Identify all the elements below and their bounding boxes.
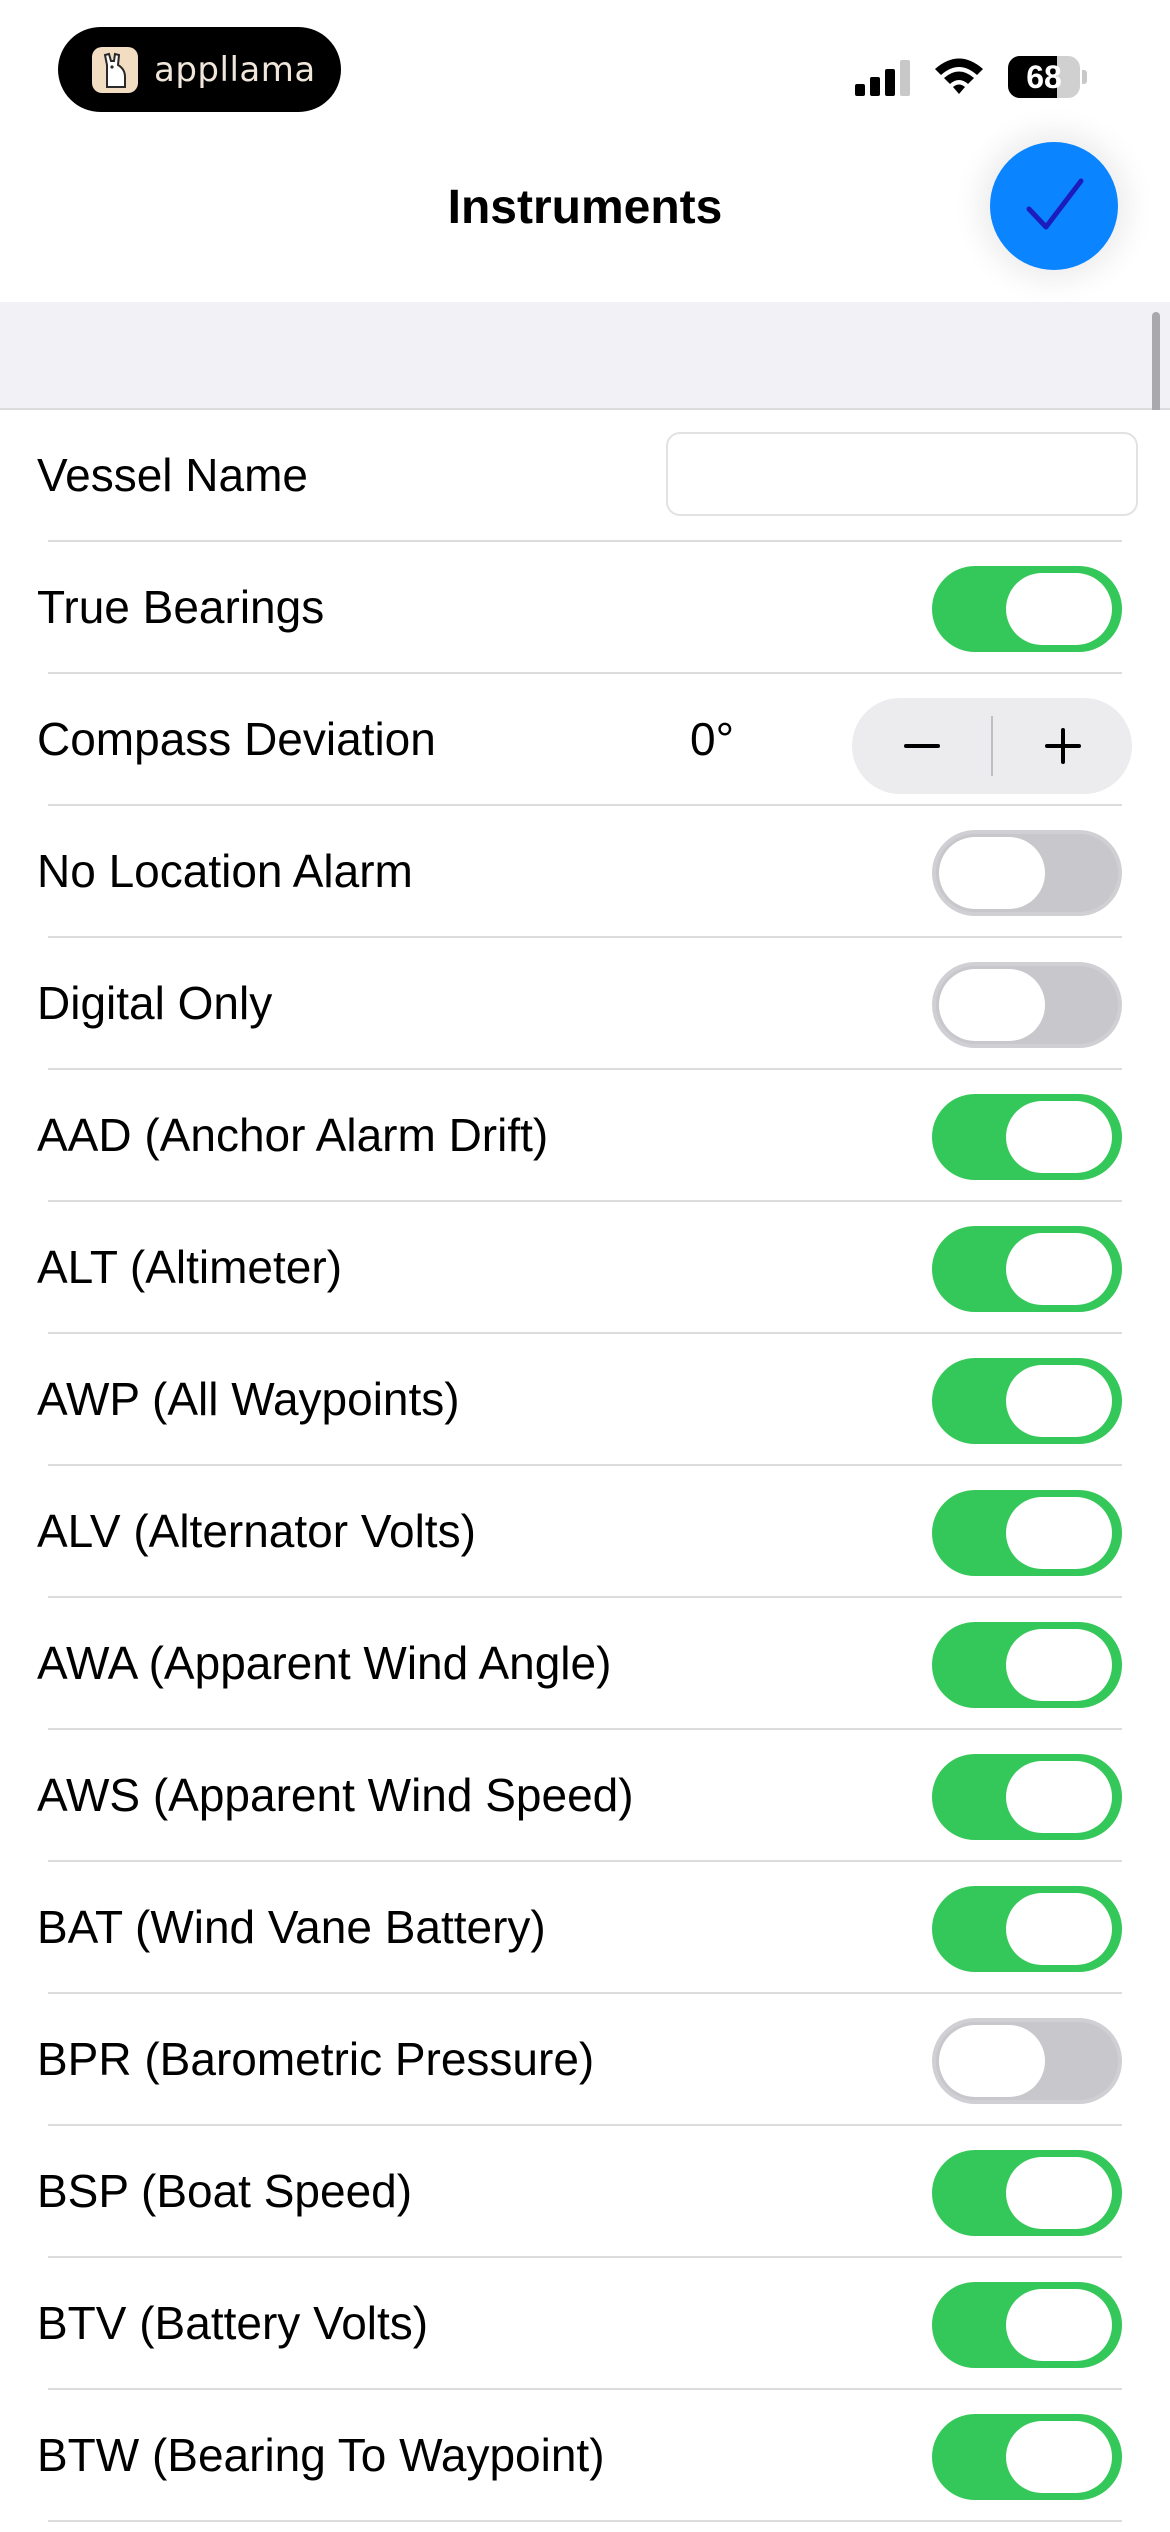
toggle-label: BTW (Bearing To Waypoint) — [37, 2429, 605, 2481]
toggle-label: True Bearings — [37, 581, 325, 633]
toggle-knob — [1006, 1893, 1112, 1965]
toggle-knob — [1006, 573, 1112, 645]
toggle-switch[interactable] — [932, 566, 1122, 652]
toggle-switch[interactable] — [932, 1226, 1122, 1312]
minus-icon — [903, 744, 940, 748]
toggle-switch[interactable] — [932, 1886, 1122, 1972]
toggle-label: AWP (All Waypoints) — [37, 1373, 460, 1425]
app-indicator-pill[interactable]: appllama — [58, 27, 341, 112]
checkmark-icon — [1026, 178, 1084, 230]
toggle-knob — [1006, 2157, 1112, 2229]
increment-button[interactable] — [993, 698, 1132, 794]
toggle-knob — [939, 2025, 1045, 2097]
llama-logo-icon — [92, 46, 138, 93]
done-button[interactable] — [990, 142, 1118, 270]
toggle-row: ALT (Altimeter) — [0, 1202, 1170, 1334]
toggle-label: ALV (Alternator Volts) — [37, 1505, 476, 1557]
settings-list: Vessel Name True Bearings Compass Deviati… — [0, 410, 1170, 2522]
section-header — [0, 302, 1170, 410]
toggle-switch[interactable] — [932, 1094, 1122, 1180]
toggle-label: No Location Alarm — [37, 845, 413, 897]
toggle-knob — [1006, 1761, 1112, 1833]
vessel-name-input[interactable] — [666, 432, 1138, 516]
plus-icon — [1044, 728, 1081, 764]
toggle-switch[interactable] — [932, 830, 1122, 916]
toggle-knob — [1006, 1365, 1112, 1437]
toggle-label: ALT (Altimeter) — [37, 1241, 343, 1293]
compass-deviation-row: Compass Deviation 0° — [0, 674, 1170, 806]
toggle-knob — [1006, 2289, 1112, 2361]
toggle-switch[interactable] — [932, 2150, 1122, 2236]
toggle-row: Digital Only — [0, 938, 1170, 1070]
toggle-switch[interactable] — [932, 2414, 1122, 2500]
toggle-knob — [1006, 2421, 1112, 2493]
toggle-row: AAD (Anchor Alarm Drift) — [0, 1070, 1170, 1202]
toggle-row: ALV (Alternator Volts) — [0, 1466, 1170, 1598]
toggle-label: Digital Only — [37, 977, 273, 1029]
toggle-switch[interactable] — [932, 1622, 1122, 1708]
toggle-row: BAT (Wind Vane Battery) — [0, 1862, 1170, 1994]
toggle-switch[interactable] — [932, 2018, 1122, 2104]
toggle-switch[interactable] — [932, 1358, 1122, 1444]
toggle-row: AWA (Apparent Wind Angle) — [0, 1598, 1170, 1730]
toggle-knob — [1006, 1233, 1112, 1305]
toggle-switch[interactable] — [932, 2282, 1122, 2368]
toggle-row: BPR (Barometric Pressure) — [0, 1994, 1170, 2126]
toggle-row: True Bearings — [0, 542, 1170, 674]
toggle-switch[interactable] — [932, 1754, 1122, 1840]
toggle-label: BTV (Battery Volts) — [37, 2297, 429, 2349]
toggle-knob — [1006, 1629, 1112, 1701]
app-name: appllama — [154, 49, 316, 90]
toggle-knob — [1006, 1101, 1112, 1173]
wifi-icon — [933, 56, 985, 96]
vessel-name-label: Vessel Name — [37, 449, 309, 501]
status-bar: appllama 68 — [0, 0, 1170, 130]
toggle-knob — [939, 837, 1045, 909]
toggle-row: BTW (Bearing To Waypoint) — [0, 2390, 1170, 2522]
toggle-switch[interactable] — [932, 1490, 1122, 1576]
toggle-label: BAT (Wind Vane Battery) — [37, 1901, 546, 1953]
toggle-row: BSP (Boat Speed) — [0, 2126, 1170, 2258]
decrement-button[interactable] — [852, 698, 991, 794]
toggle-row: No Location Alarm — [0, 806, 1170, 938]
toggle-label: AAD (Anchor Alarm Drift) — [37, 1109, 549, 1161]
compass-deviation-label: Compass Deviation — [37, 713, 436, 765]
toggle-label: BSP (Boat Speed) — [37, 2165, 413, 2217]
toggle-label: AWA (Apparent Wind Angle) — [37, 1637, 612, 1689]
toggle-row: AWP (All Waypoints) — [0, 1334, 1170, 1466]
compass-deviation-stepper[interactable] — [852, 698, 1132, 794]
battery-level: 68 — [1026, 59, 1062, 95]
toggle-label: BPR (Barometric Pressure) — [37, 2033, 595, 2085]
battery-icon: 68 — [1008, 56, 1088, 98]
vessel-name-row: Vessel Name — [0, 410, 1170, 542]
toggle-knob — [939, 969, 1045, 1041]
toggle-row: AWS (Apparent Wind Speed) — [0, 1730, 1170, 1862]
toggle-label: AWS (Apparent Wind Speed) — [37, 1769, 634, 1821]
toggle-knob — [1006, 1497, 1112, 1569]
cellular-signal-icon — [855, 60, 913, 96]
toggle-row: BTV (Battery Volts) — [0, 2258, 1170, 2390]
toggle-switch[interactable] — [932, 962, 1122, 1048]
compass-deviation-value: 0° — [690, 713, 734, 765]
